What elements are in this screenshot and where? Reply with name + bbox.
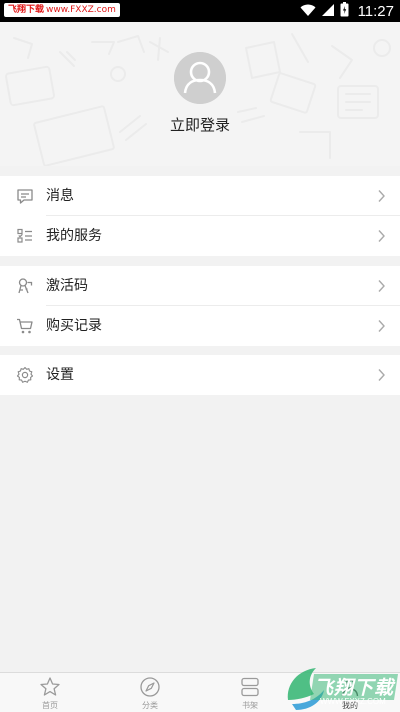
- watermark-url: WWW.FXXZ.COM: [320, 697, 386, 706]
- cart-icon: [17, 318, 33, 334]
- tab-label: 分类: [142, 701, 158, 710]
- menu-item-label: 购买记录: [46, 318, 102, 334]
- tab-category[interactable]: 分类: [100, 673, 200, 712]
- menu-item-settings[interactable]: 设置: [0, 355, 400, 395]
- avatar[interactable]: [174, 52, 226, 104]
- chevron-right-icon: [378, 190, 385, 202]
- wifi-icon: [300, 2, 316, 21]
- status-right: 11:27: [300, 0, 394, 22]
- menu-group-2: 激活码 购买记录: [0, 266, 400, 346]
- menu-group-1: 消息 我的服务: [0, 176, 400, 256]
- bookshelf-icon: [241, 677, 259, 697]
- menu-item-my-services[interactable]: 我的服务: [0, 216, 400, 256]
- battery-icon: [340, 1, 349, 21]
- signal-icon: [321, 2, 335, 21]
- tab-label: 首页: [42, 701, 58, 710]
- chevron-right-icon: [378, 280, 385, 292]
- chevron-right-icon: [378, 320, 385, 332]
- chevron-right-icon: [378, 369, 385, 381]
- menu-item-label: 激活码: [46, 278, 88, 294]
- status-bar: 飞翔下载 www.FXXZ.com 11:27: [0, 0, 400, 22]
- tab-home[interactable]: 首页: [0, 673, 100, 712]
- gear-icon: [16, 366, 34, 383]
- user-avatar-icon: [174, 52, 226, 104]
- menu-group-3: 设置: [0, 355, 400, 395]
- menu-item-activation-code[interactable]: 激活码: [0, 266, 400, 306]
- compass-icon: [140, 677, 160, 697]
- login-link[interactable]: 立即登录: [0, 114, 400, 135]
- star-icon: [40, 677, 60, 696]
- key-icon: [18, 278, 33, 294]
- service-list-icon: [17, 228, 32, 243]
- chevron-right-icon: [378, 230, 385, 242]
- badge-url: www.FXXZ.com: [46, 5, 116, 15]
- profile-header: 立即登录: [0, 22, 400, 166]
- message-icon: [17, 189, 33, 204]
- status-time: 11:27: [357, 2, 394, 20]
- badge-text: 飞翔下载: [8, 5, 45, 15]
- menu-item-purchase-history[interactable]: 购买记录: [0, 306, 400, 346]
- menu-item-label: 我的服务: [46, 228, 102, 244]
- menu-item-messages[interactable]: 消息: [0, 176, 400, 216]
- menu-item-label: 设置: [46, 367, 74, 383]
- status-notification-badge: 飞翔下载 www.FXXZ.com: [4, 3, 120, 17]
- menu-item-label: 消息: [46, 188, 74, 204]
- watermark-text: 飞翔下载: [314, 678, 395, 699]
